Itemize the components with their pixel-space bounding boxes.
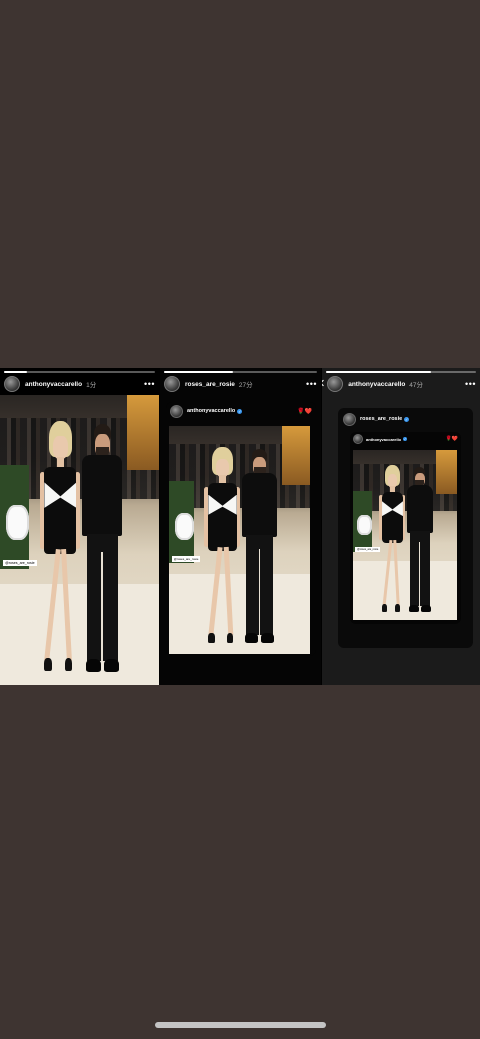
avatar[interactable] xyxy=(327,376,344,392)
avatar[interactable] xyxy=(4,376,20,392)
verified-icon: ✓ xyxy=(404,416,410,422)
mention-tag[interactable]: @roses_are_rosie xyxy=(3,560,37,567)
mention-tag[interactable]: @roses_are_rosie xyxy=(355,546,381,552)
close-icon[interactable]: ✕ xyxy=(322,379,325,390)
hearts-sticker: 🌹❤️ xyxy=(297,408,312,415)
nested-username: anthonyvaccarello xyxy=(366,436,402,442)
story-strip: anthonyvaccarello 1分 ••• @roses_are_rosi… xyxy=(0,368,480,685)
story-panel-2[interactable]: roses_are_rosie 27分 ••• anthonyvaccarell… xyxy=(160,368,321,685)
more-options-icon[interactable]: ••• xyxy=(306,380,317,389)
shared-story-card[interactable]: roses_are_rosie ✓ anthonyvaccarello ✓ 🌹❤… xyxy=(338,408,473,648)
home-indicator[interactable] xyxy=(155,1022,326,1028)
hearts-sticker: 🌹❤️ xyxy=(445,436,458,442)
story-username[interactable]: anthonyvaccarello xyxy=(348,381,405,388)
more-options-icon[interactable]: ••• xyxy=(144,380,155,389)
story-header: ✕ anthonyvaccarello 47分 ••• xyxy=(322,376,476,392)
shared-post-card[interactable]: anthonyvaccarello ✓ 🌹❤️ @roses_are_rosie xyxy=(166,402,316,656)
mention-tag[interactable]: @roses_are_rosie xyxy=(171,555,201,562)
avatar xyxy=(353,434,363,444)
story-header: anthonyvaccarello 1分 ••• xyxy=(4,376,155,392)
shared-username: roses_are_rosie xyxy=(360,416,403,422)
shared-photo: @roses_are_rosie xyxy=(169,426,310,654)
story-time: 27分 xyxy=(238,382,253,389)
more-options-icon[interactable]: ••• xyxy=(465,380,476,389)
story-progress-bar xyxy=(326,371,476,373)
shared-username: anthonyvaccarello xyxy=(187,408,236,414)
story-panel-1[interactable]: anthonyvaccarello 1分 ••• @roses_are_rosi… xyxy=(0,368,159,685)
avatar xyxy=(343,412,356,426)
story-time: 47分 xyxy=(409,382,424,389)
story-panel-3[interactable]: ✕ anthonyvaccarello 47分 ••• roses_are_ro… xyxy=(322,368,480,685)
verified-icon: ✓ xyxy=(403,437,408,441)
story-photo: @roses_are_rosie xyxy=(0,395,159,685)
story-header: roses_are_rosie 27分 ••• xyxy=(164,376,317,392)
story-progress-bar xyxy=(164,371,317,373)
avatar[interactable] xyxy=(164,376,180,392)
story-progress-bar xyxy=(4,371,155,373)
story-username[interactable]: anthonyvaccarello xyxy=(25,381,82,388)
nested-post-card: anthonyvaccarello ✓ 🌹❤️ @roses_are_rosie xyxy=(350,432,461,624)
story-username[interactable]: roses_are_rosie xyxy=(185,381,235,388)
verified-icon: ✓ xyxy=(237,408,243,414)
avatar xyxy=(170,404,183,418)
shared-story-header: roses_are_rosie ✓ xyxy=(338,408,473,430)
shared-post-header: anthonyvaccarello ✓ 🌹❤️ xyxy=(166,402,316,420)
nested-post-header: anthonyvaccarello ✓ 🌹❤️ xyxy=(350,432,461,446)
story-time: 1分 xyxy=(86,382,97,389)
nested-photo: @roses_are_rosie xyxy=(353,450,457,620)
